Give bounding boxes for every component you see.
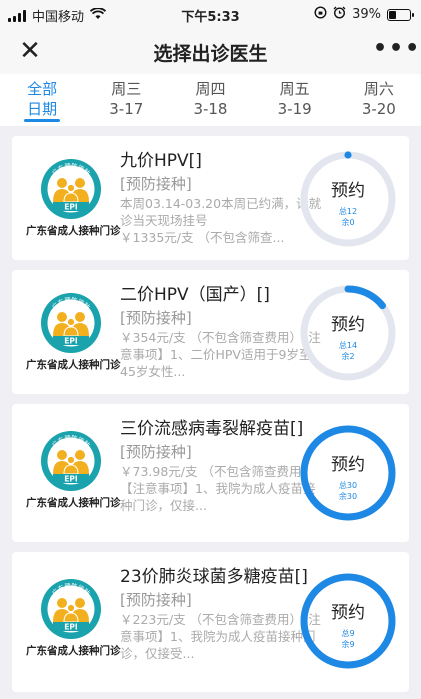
vaccine-description: ￥354元/支 （不包含筛查费用）【注意事项】1、二价HPV适用于9岁至45岁女… bbox=[120, 330, 321, 379]
vaccine-category: [预防接种] bbox=[120, 591, 192, 609]
logo-caption: 广东省成人接种门诊 bbox=[26, 225, 121, 237]
tab-label-line1: 周六 bbox=[363, 80, 394, 98]
more-icon[interactable]: ••• bbox=[373, 36, 419, 66]
tab-sat-3-20[interactable]: 周六 3-20 bbox=[337, 74, 421, 126]
tab-wed-3-17[interactable]: 周三 3-17 bbox=[84, 74, 168, 126]
vaccine-category: [预防接种] bbox=[120, 175, 192, 193]
tab-label-line2: 3-17 bbox=[109, 100, 144, 118]
logo-epi-text: EPI bbox=[64, 337, 78, 346]
logo-epi-text: EPI bbox=[64, 623, 78, 632]
tab-label-line2: 日期 bbox=[27, 100, 58, 118]
appointment-button[interactable]: 预约 总12 余0 bbox=[299, 150, 397, 248]
tab-label-line2: 3-20 bbox=[361, 100, 396, 118]
logo-figure-head bbox=[57, 178, 67, 188]
quota-remaining: 余0 bbox=[341, 218, 355, 227]
tab-thu-3-18[interactable]: 周四 3-18 bbox=[168, 74, 252, 126]
logo-figure-body bbox=[63, 464, 79, 475]
tab-label-line1: 全部 bbox=[27, 80, 58, 98]
logo-caption: 广东省成人接种门诊 bbox=[26, 497, 121, 509]
logo-epi-text: EPI bbox=[64, 475, 78, 484]
logo-figure-body bbox=[63, 192, 79, 203]
quota-total: 总30 bbox=[338, 481, 358, 490]
appointment-button[interactable]: 预约 总30 余30 bbox=[299, 424, 397, 522]
vaccine-info: 二价HPV（国产）[] [预防接种] ￥354元/支 （不包含筛查费用）【注意事… bbox=[120, 284, 325, 380]
vaccine-info: 23价肺炎球菌多糖疫苗[] [预防接种] ￥223元/支 （不包含筛查费用）【注… bbox=[120, 566, 325, 662]
vaccine-card[interactable]: EPI 广东预防接种 广东省成人接种门诊 二价HPV（国产）[] [预防接种] ￥… bbox=[12, 270, 409, 394]
vaccine-name: 九价HPV[] bbox=[120, 151, 202, 171]
vaccine-description: 本周03.14-03.20本周已约满，请就诊当天现场挂号 ￥1335元/支 （不… bbox=[120, 195, 325, 246]
epi-logo-icon: EPI广东预防接种 bbox=[41, 159, 101, 219]
vaccine-card[interactable]: EPI 广东预防接种 广东省成人接种门诊 23价肺炎球菌多糖疫苗[] [预防接种]… bbox=[12, 552, 409, 692]
tab-label-line2: 3-18 bbox=[193, 100, 228, 118]
logo-epi-text: EPI bbox=[64, 203, 78, 212]
clinic-logo: EPI 广东预防接种 广东省成人接种门诊 bbox=[26, 292, 121, 372]
rotation-lock-icon bbox=[314, 6, 327, 23]
logo-figure-head bbox=[66, 317, 76, 327]
battery-fill bbox=[389, 10, 397, 19]
vaccine-info: 三价流感病毒裂解疫苗[] [预防接种] ￥73.98元/支 （不包含筛查费用）【… bbox=[120, 418, 325, 514]
page-title: 选择出诊医生 bbox=[153, 43, 268, 65]
logo-caption: 广东省成人接种门诊 bbox=[26, 359, 121, 371]
alarm-icon bbox=[333, 6, 346, 23]
logo-figure-body bbox=[63, 326, 79, 337]
logo-figure-head bbox=[66, 183, 76, 193]
logo-figure-head bbox=[75, 178, 85, 188]
vaccine-name: 二价HPV（国产）[] bbox=[120, 285, 270, 305]
logo-figure-head bbox=[57, 450, 67, 460]
appointment-button[interactable]: 预约 总14 余2 bbox=[299, 284, 397, 382]
logo-figure-head bbox=[66, 455, 76, 465]
logo-figure-head bbox=[57, 312, 67, 322]
epi-logo-icon: EPI广东预防接种 bbox=[41, 579, 101, 639]
logo-figure-head bbox=[75, 312, 85, 322]
appointment-label: 预约 bbox=[331, 315, 365, 335]
tab-all-dates[interactable]: 全部 日期 bbox=[0, 74, 84, 126]
logo-figure-head bbox=[57, 598, 67, 608]
tab-label-line1: 周五 bbox=[279, 80, 310, 98]
quota-total: 总14 bbox=[338, 341, 358, 350]
quota-remaining: 余30 bbox=[338, 492, 358, 501]
vaccine-name: 三价流感病毒裂解疫苗[] bbox=[120, 419, 304, 439]
vaccine-description: ￥223元/支 （不包含筛查费用）【注意事项】1、我院为成人疫苗接种门诊，仅接受… bbox=[120, 612, 321, 661]
clinic-logo: EPI 广东预防接种 广东省成人接种门诊 bbox=[26, 430, 121, 510]
vaccine-price-text: ￥1335元/支 （不包含筛查... bbox=[120, 230, 285, 245]
quota-remaining: 余2 bbox=[341, 352, 355, 361]
quota-remaining: 余9 bbox=[341, 640, 355, 649]
logo-figure-head bbox=[75, 450, 85, 460]
tab-label-line1: 周三 bbox=[111, 80, 142, 98]
clinic-logo: EPI 广东预防接种 广东省成人接种门诊 bbox=[26, 158, 121, 238]
quota-total: 总9 bbox=[341, 629, 355, 638]
vaccine-info: 九价HPV[] [预防接种] 本周03.14-03.20本周已约满，请就诊当天现… bbox=[120, 150, 325, 246]
epi-logo-icon: EPI广东预防接种 bbox=[41, 293, 101, 353]
vaccine-description: ￥73.98元/支 （不包含筛查费用）【注意事项】1、我院为成人疫苗接种门诊，仅… bbox=[120, 464, 316, 513]
date-tabs: 全部 日期 周三 3-17 周四 3-18 周五 3-19 周六 3-20 bbox=[0, 74, 421, 126]
tab-label-line1: 周四 bbox=[195, 80, 226, 98]
ring-progress bbox=[344, 151, 352, 159]
navigation-bar: ✕ 选择出诊医生 ••• bbox=[0, 28, 421, 74]
quota-total: 总12 bbox=[338, 207, 358, 216]
vaccine-category: [预防接种] bbox=[120, 309, 192, 327]
tab-fri-3-19[interactable]: 周五 3-19 bbox=[253, 74, 337, 126]
logo-figure-head bbox=[75, 598, 85, 608]
battery-percent: 39% bbox=[352, 7, 381, 22]
vaccine-description-text: 本周03.14-03.20本周已约满，请就诊当天现场挂号 bbox=[120, 196, 322, 228]
battery-icon bbox=[387, 8, 414, 21]
appointment-label: 预约 bbox=[331, 603, 365, 623]
tab-label-line2: 3-19 bbox=[277, 100, 312, 118]
status-bar: 中国移动 下午5:33 39% bbox=[0, 0, 421, 28]
logo-caption: 广东省成人接种门诊 bbox=[26, 645, 121, 657]
appointment-label: 预约 bbox=[331, 181, 365, 201]
vaccine-card[interactable]: EPI 广东预防接种 广东省成人接种门诊 九价HPV[] [预防接种] 本周03.… bbox=[12, 136, 409, 260]
logo-figure-body bbox=[63, 612, 79, 623]
appointment-button[interactable]: 预约 总9 余9 bbox=[299, 572, 397, 670]
epi-logo-icon: EPI广东预防接种 bbox=[41, 431, 101, 491]
vaccine-category: [预防接种] bbox=[120, 443, 192, 461]
logo-figure-head bbox=[66, 603, 76, 613]
status-right: 39% bbox=[314, 6, 414, 23]
vaccine-card[interactable]: EPI 广东预防接种 广东省成人接种门诊 三价流感病毒裂解疫苗[] [预防接种] … bbox=[12, 404, 409, 542]
clinic-logo: EPI 广东预防接种 广东省成人接种门诊 bbox=[26, 578, 121, 658]
vaccine-name: 23价肺炎球菌多糖疫苗[] bbox=[120, 567, 308, 587]
appointment-label: 预约 bbox=[331, 455, 365, 475]
